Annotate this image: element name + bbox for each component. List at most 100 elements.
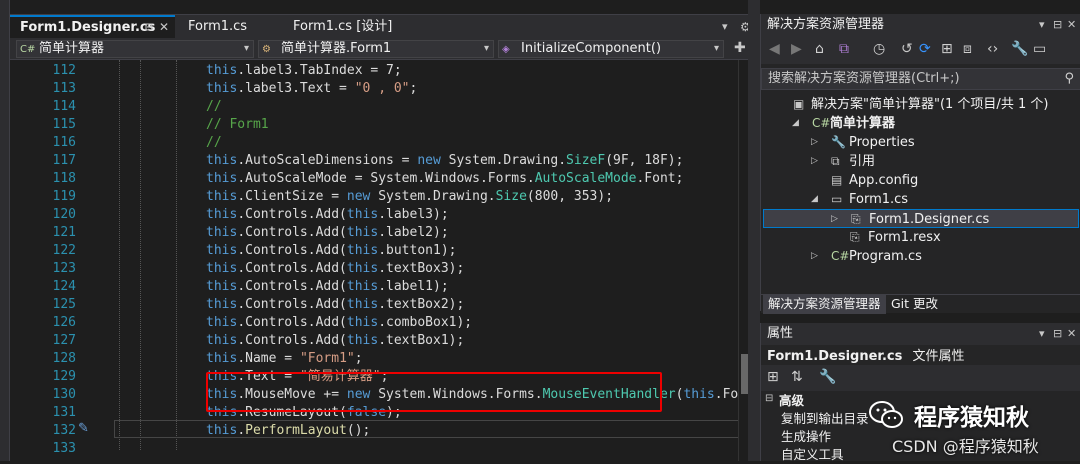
line-number: 113 <box>52 81 76 96</box>
line-number: 114 <box>52 99 76 114</box>
code-line[interactable]: this.Controls.Add(this.label3); <box>206 206 449 224</box>
code-line[interactable]: this.Controls.Add(this.textBox3); <box>206 260 464 278</box>
expand-icon[interactable]: ▷ <box>811 152 818 171</box>
tab-form1-cs[interactable]: Form1.cs <box>178 15 286 39</box>
solution-explorer-bottom-tabs: 解决方案资源管理器 Git 更改 <box>761 294 1080 314</box>
collapse-icon[interactable]: ⊟ <box>765 393 773 404</box>
line-number: 115 <box>52 117 76 132</box>
properties-wrench-icon[interactable]: 🔧 <box>1011 41 1028 57</box>
code-line[interactable]: this.Controls.Add(this.comboBox1); <box>206 314 472 332</box>
refresh-icon[interactable]: ⟳ <box>919 41 931 57</box>
properties-subject: Form1.Designer.cs 文件属性 <box>767 345 965 364</box>
tree-item-label: Program.cs <box>849 249 922 264</box>
expand-icon[interactable]: ▷ <box>831 210 838 229</box>
properties-subject-type: 文件属性 <box>912 349 965 364</box>
collapse-all-icon[interactable]: ⊞ <box>941 41 953 57</box>
code-editor[interactable]: Form1.Designer.cs ⊟ ✕ Form1.cs Form1.cs … <box>10 0 770 461</box>
tree-item[interactable]: ▷ 🔧 Properties <box>761 133 1080 152</box>
sync-icon[interactable]: ↺ <box>901 41 913 57</box>
tab-form1-designer[interactable]: Form1.Designer.cs ⊟ ✕ <box>10 15 175 39</box>
method-icon: ◈ <box>502 44 510 55</box>
pending-changes-icon[interactable]: ◷ <box>873 41 885 57</box>
code-line[interactable]: this.AutoScaleMode = System.Windows.Form… <box>206 170 683 188</box>
edit-pencil-icon[interactable]: ✎ <box>78 421 89 436</box>
expand-icon[interactable]: ▷ <box>811 133 818 152</box>
code-line[interactable]: this.Controls.Add(this.textBox1); <box>206 332 464 350</box>
tree-item[interactable]: ▷ ⎘ Form1.Designer.cs <box>763 209 1079 228</box>
forward-icon[interactable]: ▶ <box>791 41 802 57</box>
line-number: 117 <box>52 153 76 168</box>
property-pages-icon[interactable]: 🔧 <box>819 369 836 385</box>
line-number: 129 <box>52 369 76 384</box>
property-custom-tool[interactable]: 自定义工具 <box>781 446 844 464</box>
line-number: 123 <box>52 261 76 276</box>
property-copy-to-output[interactable]: 复制到输出目录 <box>781 410 869 428</box>
back-icon[interactable]: ◀ <box>769 41 780 57</box>
tab-form1-design[interactable]: Form1.cs [设计] <box>283 15 413 39</box>
tree-item-label: 解决方案"简单计算器"(1 个项目/共 1 个) <box>811 97 1049 112</box>
tree-item[interactable]: ▷ ⧉ 引用 <box>761 152 1080 171</box>
member-dropdown[interactable]: ◈ InitializeComponent() ▾ <box>498 40 724 58</box>
property-build-action[interactable]: 生成操作 <box>781 428 831 446</box>
project-dropdown[interactable]: C# 简单计算器 ▾ <box>16 40 254 58</box>
tab-git-changes[interactable]: Git 更改 <box>886 295 943 314</box>
panel-splitter[interactable] <box>748 0 760 461</box>
tree-item[interactable]: ▣ 解决方案"简单计算器"(1 个项目/共 1 个) <box>761 95 1080 114</box>
switch-views-icon[interactable]: ⧉ <box>839 41 849 57</box>
close-icon[interactable]: ✕ <box>159 17 169 38</box>
tree-item[interactable]: ▷ C# Program.cs <box>761 247 1080 266</box>
tab-overflow-icon[interactable]: ▾ <box>722 15 728 39</box>
code-line[interactable]: this.Controls.Add(this.button1); <box>206 242 456 260</box>
line-number: 124 <box>52 279 76 294</box>
code-line[interactable]: this.label3.TabIndex = 7; <box>206 62 402 80</box>
class-icon: ⚙ <box>262 44 271 55</box>
code-line[interactable]: this.Name = "Form1"; <box>206 350 363 368</box>
pin-icon[interactable]: ⊟ <box>145 17 153 38</box>
indent-guide <box>119 60 120 450</box>
chevron-down-icon[interactable]: ▾ <box>1039 14 1045 36</box>
close-icon[interactable]: ✕ <box>1067 14 1076 36</box>
code-line[interactable]: this.Controls.Add(this.label1); <box>206 278 449 296</box>
code-line[interactable]: this.Controls.Add(this.label2); <box>206 224 449 242</box>
solution-search-input[interactable]: 搜索解决方案资源管理器(Ctrl+;) ⚲ <box>761 68 1080 90</box>
category-advanced[interactable]: 高级 <box>779 392 804 410</box>
tree-item-label: App.config <box>849 173 919 188</box>
chevron-down-icon: ▾ <box>713 43 719 54</box>
chevron-down-icon[interactable]: ▾ <box>1039 323 1045 345</box>
pin-icon[interactable]: ⊟ <box>1053 323 1062 345</box>
close-icon[interactable]: ✕ <box>1067 323 1076 345</box>
tree-item[interactable]: ▤ App.config <box>761 171 1080 190</box>
search-icon[interactable]: ⚲ <box>1064 69 1074 89</box>
split-editor-icon[interactable]: ✚ <box>734 40 746 56</box>
view-code-icon[interactable]: ‹› <box>987 41 998 57</box>
pin-icon[interactable]: ⊟ <box>1053 14 1062 36</box>
categorized-icon[interactable]: ⊞ <box>767 369 779 385</box>
code-line[interactable]: // <box>206 98 222 116</box>
code-line[interactable]: // <box>206 134 222 152</box>
panel-title: 解决方案资源管理器 <box>767 17 885 32</box>
tree-item[interactable]: ◢ ▭ Form1.cs <box>761 190 1080 209</box>
alphabetical-icon[interactable]: ⇅ <box>791 369 803 385</box>
code-line[interactable]: this.label3.Text = "0 , 0"; <box>206 80 417 98</box>
properties-panel: 属性 ▾ ⊟ ✕ Form1.Designer.cs 文件属性 ⊞ ⇅ 🔧 ⊟ … <box>760 323 1080 464</box>
collapse-icon[interactable]: ◢ <box>811 190 818 209</box>
csharp-icon: C# <box>20 44 36 55</box>
solution-explorer-toolbar: ◀ ▶ ⌂ ⧉ ◷ ↺ ⟳ ⊞ ⧈ ‹› 🔧 ▭ <box>761 36 1080 64</box>
code-line[interactable]: this.AutoScaleDimensions = new System.Dr… <box>206 152 683 170</box>
code-line[interactable]: this.ClientSize = new System.Drawing.Siz… <box>206 188 613 206</box>
code-line[interactable]: // Form1 <box>206 116 269 134</box>
properties-title-bar: 属性 ▾ ⊟ ✕ <box>761 323 1080 345</box>
line-number: 120 <box>52 207 76 222</box>
show-all-files-icon[interactable]: ⧈ <box>963 41 972 57</box>
home-icon[interactable]: ⌂ <box>815 41 824 57</box>
code-line[interactable]: this.Controls.Add(this.textBox2); <box>206 296 464 314</box>
properties-subject-name: Form1.Designer.cs <box>767 349 903 364</box>
class-dropdown[interactable]: ⚙ 简单计算器.Form1 ▾ <box>258 40 494 58</box>
collapse-icon[interactable]: ◢ <box>792 114 799 133</box>
tab-solution-explorer[interactable]: 解决方案资源管理器 <box>763 295 886 314</box>
preview-icon[interactable]: ▭ <box>1033 41 1046 57</box>
expand-icon[interactable]: ▷ <box>811 247 818 266</box>
tree-item[interactable]: ⎘ Form1.resx <box>761 228 1080 247</box>
annotation-red-box <box>206 372 662 412</box>
tree-item[interactable]: ◢ C# 简单计算器 <box>761 114 1080 133</box>
